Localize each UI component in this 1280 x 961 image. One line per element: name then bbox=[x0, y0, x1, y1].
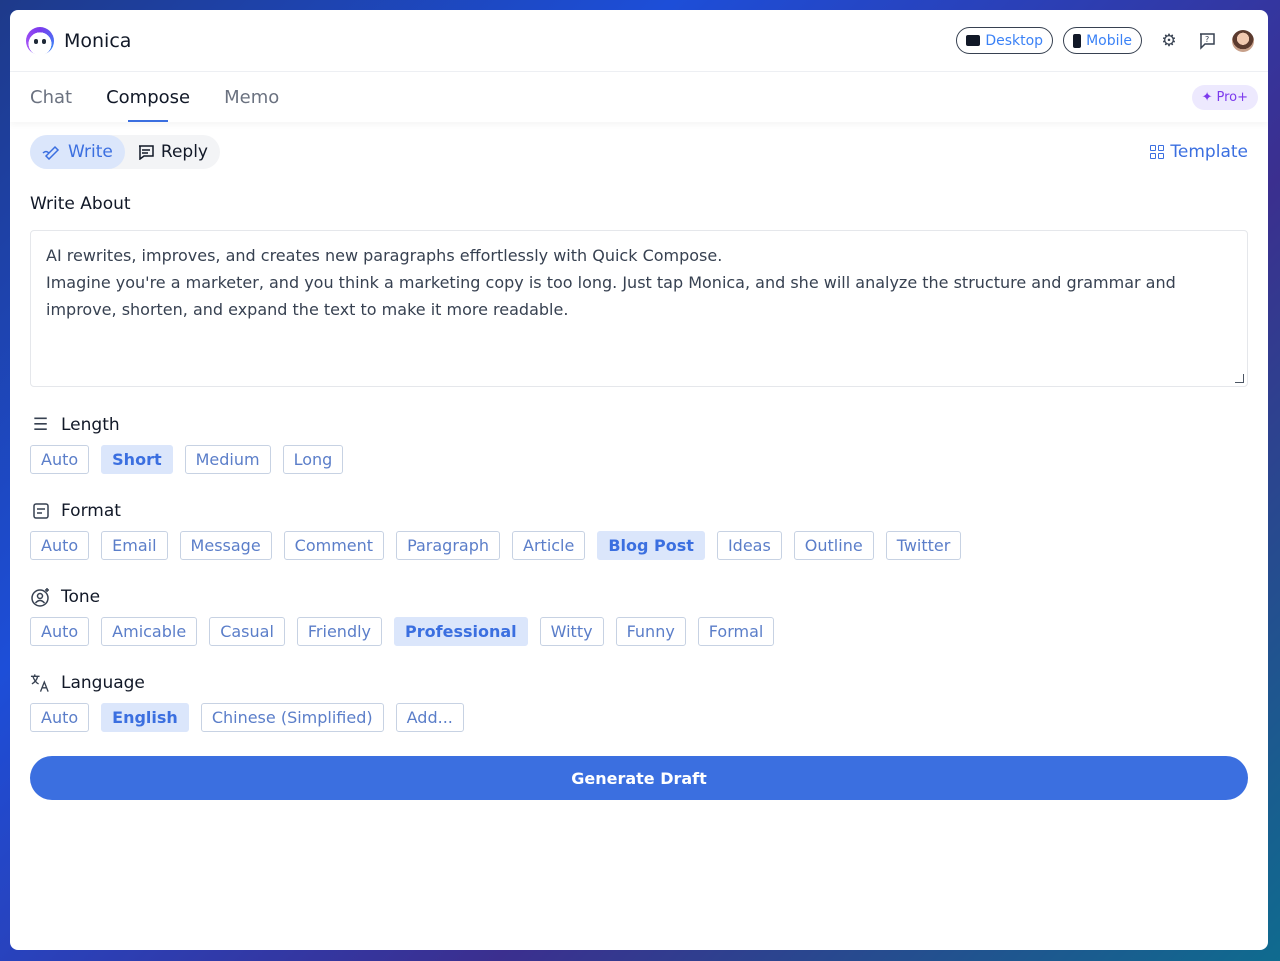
header-actions: Desktop Mobile ⚙ ? bbox=[956, 27, 1254, 54]
tab-compose[interactable]: Compose bbox=[106, 72, 190, 122]
pro-label: Pro+ bbox=[1216, 89, 1248, 105]
feedback-icon[interactable]: ? bbox=[1196, 30, 1218, 52]
format-title: Format bbox=[61, 500, 121, 521]
format-option[interactable]: Twitter bbox=[885, 531, 962, 560]
tone-header: Tone bbox=[30, 586, 1248, 607]
template-button[interactable]: Template bbox=[1150, 142, 1248, 162]
length-header: ☰ Length bbox=[30, 414, 1248, 435]
format-option[interactable]: Outline bbox=[793, 531, 874, 560]
pro-plus-badge[interactable]: ✦ Pro+ bbox=[1191, 84, 1258, 110]
tone-option[interactable]: Friendly bbox=[296, 617, 383, 646]
tone-option[interactable]: Formal bbox=[697, 617, 775, 646]
desktop-label: Desktop bbox=[985, 32, 1044, 49]
app-header: Monica Desktop Mobile ⚙ ? bbox=[10, 10, 1268, 72]
reply-icon bbox=[138, 145, 154, 160]
tone-option[interactable]: Amicable bbox=[101, 617, 198, 646]
language-option[interactable]: Add... bbox=[395, 703, 464, 732]
length-option[interactable]: Long bbox=[282, 445, 344, 474]
reply-tab[interactable]: Reply bbox=[125, 135, 220, 169]
textarea-line-1: AI rewrites, improves, and creates new p… bbox=[46, 246, 723, 265]
language-option[interactable]: Chinese (Simplified) bbox=[200, 703, 384, 732]
length-option[interactable]: Short bbox=[101, 445, 173, 474]
sparkle-icon: ✦ bbox=[1201, 89, 1213, 105]
length-options: Auto Short Medium Long bbox=[30, 445, 1248, 474]
phone-icon bbox=[1073, 33, 1082, 48]
tone-option[interactable]: Funny bbox=[615, 617, 686, 646]
desktop-button[interactable]: Desktop bbox=[956, 27, 1054, 54]
tone-title: Tone bbox=[61, 586, 101, 607]
language-header: Language bbox=[30, 672, 1248, 693]
write-about-textarea[interactable]: AI rewrites, improves, and creates new p… bbox=[30, 230, 1248, 387]
grid-icon bbox=[1150, 145, 1165, 159]
tab-list: Chat Compose Memo bbox=[30, 72, 279, 122]
brand: Monica bbox=[26, 26, 132, 55]
language-title: Language bbox=[61, 672, 145, 693]
translate-icon bbox=[30, 672, 51, 693]
svg-text:?: ? bbox=[1205, 35, 1209, 44]
write-label: Write bbox=[68, 142, 113, 162]
tone-option[interactable]: Witty bbox=[539, 617, 604, 646]
format-option[interactable]: Paragraph bbox=[396, 531, 501, 560]
app-window: Monica Desktop Mobile ⚙ ? Chat Compose M… bbox=[10, 10, 1268, 950]
length-option[interactable]: Medium bbox=[184, 445, 271, 474]
format-option[interactable]: Email bbox=[101, 531, 168, 560]
laptop-icon bbox=[966, 35, 981, 46]
tone-icon bbox=[30, 586, 51, 607]
language-option[interactable]: English bbox=[101, 703, 189, 732]
format-options: Auto Email Message Comment Paragraph Article B… bbox=[30, 531, 1248, 560]
language-option[interactable]: Auto bbox=[30, 703, 90, 732]
tab-memo[interactable]: Memo bbox=[224, 72, 279, 122]
mode-row: Write Reply Template bbox=[30, 135, 1248, 169]
write-tab[interactable]: Write bbox=[30, 135, 125, 169]
mode-switch: Write Reply bbox=[30, 135, 220, 169]
avatar[interactable] bbox=[1232, 29, 1254, 52]
format-option[interactable]: Article bbox=[512, 531, 586, 560]
write-about-title: Write About bbox=[30, 194, 131, 214]
tone-option[interactable]: Professional bbox=[394, 617, 528, 646]
format-option[interactable]: Message bbox=[179, 531, 272, 560]
length-title: Length bbox=[61, 414, 120, 435]
monica-logo-icon bbox=[26, 26, 54, 55]
lines-icon: ☰ bbox=[32, 414, 49, 435]
app-name: Monica bbox=[64, 29, 132, 52]
tone-options: Auto Amicable Casual Friendly Professional Wi… bbox=[30, 617, 1248, 646]
format-option[interactable]: Blog Post bbox=[597, 531, 705, 560]
nav-bar: Chat Compose Memo ✦ Pro+ bbox=[10, 72, 1268, 122]
format-option[interactable]: Auto bbox=[30, 531, 90, 560]
format-option[interactable]: Comment bbox=[283, 531, 385, 560]
textarea-line-2: Imagine you're a marketer, and you think… bbox=[46, 273, 1176, 319]
resize-handle[interactable] bbox=[1235, 374, 1244, 383]
length-option[interactable]: Auto bbox=[30, 445, 90, 474]
compose-panel: Write Reply Template Write About AI rewr… bbox=[10, 122, 1268, 800]
pen-icon bbox=[42, 145, 60, 160]
tone-option[interactable]: Auto bbox=[30, 617, 90, 646]
template-label: Template bbox=[1170, 142, 1248, 162]
generate-draft-button[interactable]: Generate Draft bbox=[30, 756, 1248, 800]
format-icon bbox=[30, 500, 51, 521]
tab-chat[interactable]: Chat bbox=[30, 72, 72, 122]
tone-option[interactable]: Casual bbox=[209, 617, 285, 646]
mobile-button[interactable]: Mobile bbox=[1063, 27, 1142, 54]
language-options: Auto English Chinese (Simplified) Add... bbox=[30, 703, 1248, 732]
format-header: Format bbox=[30, 500, 1248, 521]
reply-label: Reply bbox=[160, 142, 208, 162]
gear-icon[interactable]: ⚙ bbox=[1158, 30, 1180, 52]
format-option[interactable]: Ideas bbox=[716, 531, 782, 560]
mobile-label: Mobile bbox=[1086, 32, 1132, 49]
